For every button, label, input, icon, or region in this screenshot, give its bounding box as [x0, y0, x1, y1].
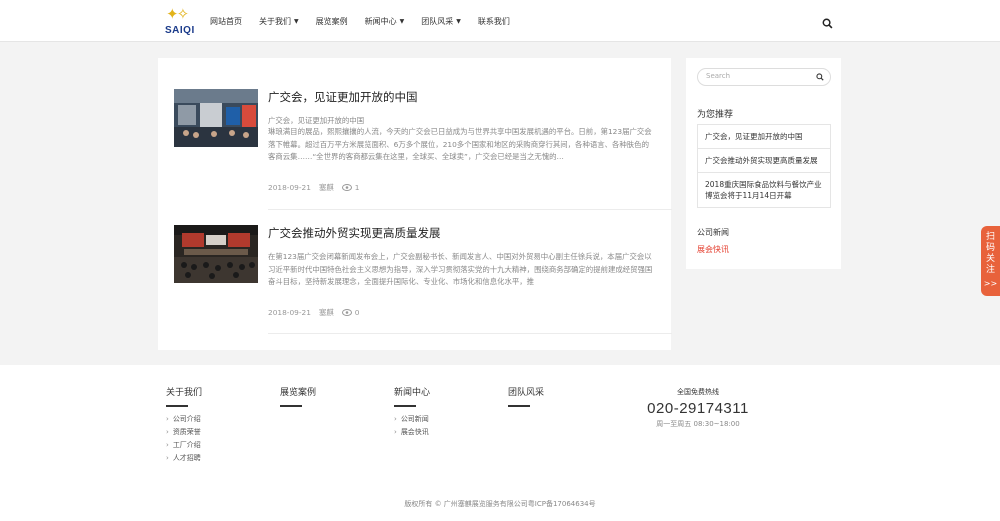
search-placeholder: Search — [706, 72, 731, 80]
footer-link[interactable]: › 展会快讯 — [394, 426, 430, 439]
footer-link[interactable]: › 公司介绍 — [166, 413, 202, 426]
footer-link-label: 工厂介绍 — [172, 441, 201, 449]
footer-underline — [280, 405, 302, 407]
recommend-item[interactable]: 2018重庆国际食品饮料与餐饮产业博览会将于11月14日开幕 — [698, 173, 830, 207]
chevron-right-icon: › — [166, 415, 169, 423]
article-author: 塞麒 — [318, 308, 334, 317]
footer-col-title[interactable]: 关于我们 — [166, 385, 202, 398]
footer-link[interactable]: › 资质荣誉 — [166, 426, 202, 439]
caret-down-icon: ▼ — [294, 17, 299, 25]
footer-col-about: 关于我们 › 公司介绍 › 资质荣誉 › 工厂介绍 › 人才招聘 — [166, 385, 202, 465]
footer-col-cases: 展览案例 — [280, 385, 316, 413]
chevron-right-icon: › — [166, 428, 169, 436]
category-company-news[interactable]: 公司新闻 — [697, 227, 729, 238]
logo-text: SAIQI — [165, 25, 195, 36]
article-title[interactable]: 广交会推动外贸实现更高质量发展 — [268, 225, 441, 241]
footer-underline — [508, 405, 530, 407]
nav-label: 关于我们 — [259, 16, 291, 26]
search-icon[interactable] — [822, 14, 834, 29]
hotline-block: 全国免费热线 020-29174311 周一至周五 08:30~18:00 — [630, 387, 766, 429]
recommend-item[interactable]: 广交会推动外贸实现更高质量发展 — [698, 149, 830, 173]
qr-follow-label: 扫码关注 — [985, 232, 995, 275]
qr-follow-tab[interactable]: 扫码关注 >> — [981, 226, 1000, 296]
hotline-number[interactable]: 020-29174311 — [630, 400, 766, 417]
nav-label: 展览案例 — [315, 16, 348, 26]
logo-mark-icon: ✦✧ — [166, 5, 189, 23]
article-thumbnail[interactable] — [174, 225, 258, 283]
hotline-label: 全国免费热线 — [677, 388, 719, 396]
article-views: 1 — [354, 183, 360, 192]
chevron-right-icon: › — [394, 415, 397, 423]
article-item: 广交会推动外贸实现更高质量发展 在第123届广交会闭幕新闻发布会上，广交会副秘书… — [174, 225, 672, 334]
footer-link-label: 人才招聘 — [172, 454, 201, 462]
main-nav: 网站首页 关于我们 ▼ 展览案例 新闻中心 ▼ 团队风采 ▼ 联系我们 — [210, 0, 527, 42]
footer-link[interactable]: › 人才招聘 — [166, 452, 202, 465]
copyright-text: 版权所有 © 广州塞麒展览服务有限公司粤ICP备17064634号 — [404, 500, 596, 508]
nav-label: 新闻中心 — [364, 16, 397, 26]
hotline-hours: 周一至周五 08:30~18:00 — [656, 420, 740, 428]
site-logo[interactable]: ✦✧ SAIQI — [164, 5, 198, 36]
footer-col-news: 新闻中心 › 公司新闻 › 展会快讯 — [394, 385, 430, 439]
nav-item-news[interactable]: 新闻中心 ▼ — [365, 16, 405, 27]
article-date: 2018-09-21 — [268, 183, 311, 192]
footer-link-label: 展会快讯 — [400, 428, 429, 436]
article-excerpt: 琳琅满目的展品，熙熙攘攘的人流，今天的广交会已日益成为与世界共享中国发展机遇的平… — [268, 127, 652, 161]
footer-col-team: 团队风采 — [508, 385, 544, 413]
article-meta: 2018-09-21 塞麒 1 — [268, 182, 367, 193]
caret-down-icon: ▼ — [456, 17, 461, 25]
article-date: 2018-09-21 — [268, 308, 311, 317]
article-excerpt: 在第123届广交会闭幕新闻发布会上，广交会副秘书长、新闻发言人、中国对外贸易中心… — [268, 252, 653, 286]
sidebar-search-input[interactable]: Search — [697, 68, 831, 86]
article-views: 0 — [354, 308, 360, 317]
nav-label: 联系我们 — [477, 16, 510, 26]
nav-item-team[interactable]: 团队风采 ▼ — [421, 16, 461, 27]
article-thumbnail[interactable] — [174, 89, 258, 147]
article-divider — [268, 209, 672, 210]
eye-icon — [341, 184, 352, 191]
recommend-heading: 为您推荐 — [697, 110, 734, 120]
chevron-right-icon: › — [166, 441, 169, 449]
article-subtitle: 广交会，见证更加开放的中国 — [268, 116, 365, 125]
expand-arrow-icon: >> — [983, 279, 998, 288]
article-item: 广交会，见证更加开放的中国 广交会，见证更加开放的中国 琳琅满目的展品，熙熙攘攘… — [174, 89, 672, 229]
footer-underline — [166, 405, 188, 407]
category-expo-news[interactable]: 展会快讯 — [697, 244, 729, 255]
nav-item-cases[interactable]: 展览案例 — [316, 16, 348, 27]
article-list: 广交会，见证更加开放的中国 广交会，见证更加开放的中国 琳琅满目的展品，熙熙攘攘… — [158, 58, 672, 350]
chevron-right-icon: › — [166, 454, 169, 462]
eye-icon — [341, 309, 352, 316]
sidebar: Search 为您推荐 广交会，见证更加开放的中国 广交会推动外贸实现更高质量发… — [686, 58, 841, 269]
footer-col-title[interactable]: 展览案例 — [280, 385, 316, 398]
site-footer: 关于我们 › 公司介绍 › 资质荣誉 › 工厂介绍 › 人才招聘 展览案例 新闻中心 ›… — [0, 365, 1000, 521]
site-header: ✦✧ SAIQI 网站首页 关于我们 ▼ 展览案例 新闻中心 ▼ 团队风采 ▼ 联系我… — [0, 0, 1000, 42]
footer-link-label: 公司介绍 — [172, 415, 201, 423]
search-icon[interactable] — [816, 73, 824, 81]
chevron-right-icon: › — [394, 428, 397, 436]
recommend-item[interactable]: 广交会，见证更加开放的中国 — [698, 125, 830, 149]
nav-item-home[interactable]: 网站首页 — [210, 16, 242, 27]
article-meta: 2018-09-21 塞麒 0 — [268, 307, 367, 318]
article-title[interactable]: 广交会，见证更加开放的中国 — [268, 89, 418, 105]
article-author: 塞麒 — [318, 183, 334, 192]
caret-down-icon: ▼ — [399, 17, 405, 25]
recommend-list: 广交会，见证更加开放的中国 广交会推动外贸实现更高质量发展 2018重庆国际食品… — [697, 124, 831, 208]
footer-link[interactable]: › 公司新闻 — [394, 413, 430, 426]
nav-item-about[interactable]: 关于我们 ▼ — [259, 16, 299, 27]
nav-label: 网站首页 — [210, 16, 242, 26]
nav-label: 团队风采 — [421, 16, 454, 26]
footer-link-label: 公司新闻 — [400, 415, 429, 423]
footer-col-title[interactable]: 团队风采 — [508, 385, 544, 398]
footer-link-label: 资质荣誉 — [172, 428, 201, 436]
nav-item-contact[interactable]: 联系我们 — [478, 16, 510, 27]
footer-link[interactable]: › 工厂介绍 — [166, 439, 202, 452]
article-divider — [268, 333, 672, 334]
footer-underline — [394, 405, 416, 407]
footer-col-title[interactable]: 新闻中心 — [394, 385, 430, 398]
